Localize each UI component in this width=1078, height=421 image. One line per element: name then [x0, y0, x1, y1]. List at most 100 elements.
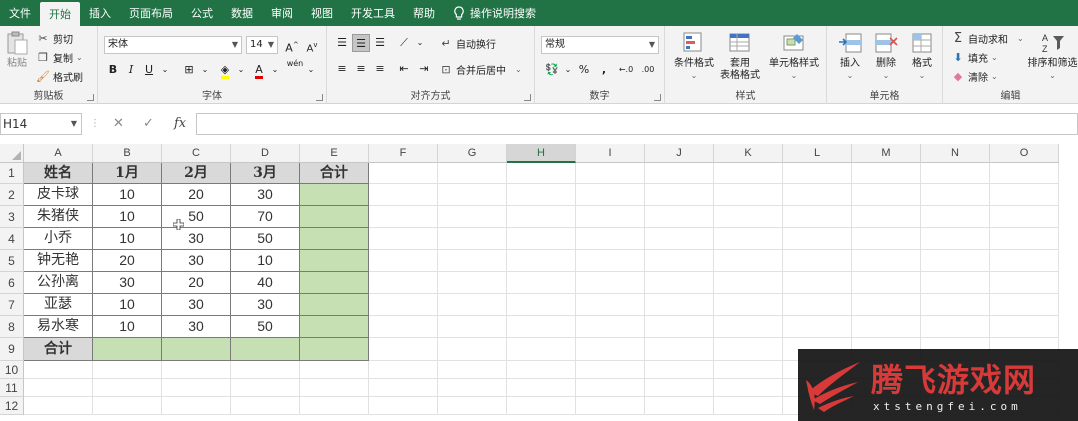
- empty-cell[interactable]: [645, 316, 714, 338]
- format-painter-button[interactable]: 🖌 格式刷: [36, 69, 83, 85]
- empty-cell[interactable]: [369, 338, 438, 361]
- fill-color-dropdown[interactable]: ⌄: [232, 61, 250, 79]
- empty-cell[interactable]: [921, 294, 990, 316]
- table-cell[interactable]: 70: [231, 206, 300, 228]
- empty-cell[interactable]: [369, 379, 438, 397]
- total-cell[interactable]: [93, 338, 162, 361]
- table-cell[interactable]: 10: [231, 250, 300, 272]
- empty-cell[interactable]: [921, 272, 990, 294]
- empty-cell[interactable]: [300, 397, 369, 415]
- empty-cell[interactable]: [852, 184, 921, 206]
- table-cell[interactable]: 公孙离: [24, 272, 93, 294]
- table-cell[interactable]: 30: [162, 228, 231, 250]
- empty-cell[interactable]: [24, 379, 93, 397]
- empty-cell[interactable]: [714, 272, 783, 294]
- phonetic-dropdown[interactable]: ⌄: [302, 61, 320, 79]
- row-header[interactable]: 3: [0, 206, 24, 228]
- align-right-button[interactable]: ≡: [371, 60, 389, 78]
- total-row-label[interactable]: 合计: [24, 338, 93, 361]
- table-cell[interactable]: 20: [162, 184, 231, 206]
- empty-cell[interactable]: [645, 163, 714, 184]
- align-bottom-button[interactable]: ☰: [371, 34, 389, 52]
- fill-button[interactable]: ⬇ 填充 ⌄: [951, 50, 997, 66]
- table-cell[interactable]: 10: [93, 206, 162, 228]
- cell-styles-button[interactable]: 单元格样式 ⌄: [765, 30, 823, 82]
- empty-cell[interactable]: [231, 397, 300, 415]
- empty-cell[interactable]: [921, 316, 990, 338]
- empty-cell[interactable]: [852, 294, 921, 316]
- empty-cell[interactable]: [507, 206, 576, 228]
- sort-filter-button[interactable]: AZ 排序和筛选 ⌄: [1027, 30, 1078, 82]
- percent-style-button[interactable]: %: [575, 61, 593, 79]
- column-header[interactable]: A: [24, 144, 93, 163]
- empty-cell[interactable]: [783, 272, 852, 294]
- empty-cell[interactable]: [438, 206, 507, 228]
- table-cell[interactable]: 小乔: [24, 228, 93, 250]
- empty-cell[interactable]: [714, 397, 783, 415]
- row-header[interactable]: 12: [0, 397, 24, 415]
- empty-cell[interactable]: [852, 250, 921, 272]
- total-cell[interactable]: [300, 338, 369, 361]
- empty-cell[interactable]: [438, 184, 507, 206]
- orientation-dropdown[interactable]: ⌄: [411, 34, 429, 52]
- empty-cell[interactable]: [438, 338, 507, 361]
- row-header[interactable]: 10: [0, 361, 24, 379]
- empty-cell[interactable]: [162, 361, 231, 379]
- autosum-button[interactable]: Σ 自动求和 ⌄: [951, 31, 1024, 46]
- empty-cell[interactable]: [162, 397, 231, 415]
- table-cell[interactable]: 50: [231, 228, 300, 250]
- column-header[interactable]: N: [921, 144, 990, 163]
- empty-cell[interactable]: [438, 361, 507, 379]
- empty-cell[interactable]: [921, 184, 990, 206]
- row-header[interactable]: 5: [0, 250, 24, 272]
- empty-cell[interactable]: [507, 379, 576, 397]
- row-header[interactable]: 6: [0, 272, 24, 294]
- format-as-table-button[interactable]: 套用 表格格式: [715, 30, 765, 82]
- table-cell[interactable]: 10: [93, 184, 162, 206]
- table-cell[interactable]: 50: [231, 316, 300, 338]
- table-cell[interactable]: 20: [162, 272, 231, 294]
- row-header[interactable]: 4: [0, 228, 24, 250]
- empty-cell[interactable]: [714, 316, 783, 338]
- name-box[interactable]: H14 ▼: [0, 113, 82, 135]
- enter-icon[interactable]: ✓: [143, 113, 154, 135]
- increase-decimal-button[interactable]: ←.0: [617, 61, 635, 79]
- empty-cell[interactable]: [162, 379, 231, 397]
- empty-cell[interactable]: [921, 163, 990, 184]
- table-header-cell[interactable]: 1月: [93, 163, 162, 184]
- tab-insert[interactable]: 插入: [80, 0, 120, 26]
- empty-cell[interactable]: [645, 294, 714, 316]
- column-header[interactable]: H: [507, 144, 576, 163]
- empty-cell[interactable]: [576, 184, 645, 206]
- paste-button[interactable]: 粘贴: [4, 30, 30, 70]
- conditional-formatting-button[interactable]: 条件格式 ⌄: [669, 30, 719, 82]
- total-cell[interactable]: [300, 184, 369, 206]
- empty-cell[interactable]: [783, 250, 852, 272]
- tell-me-search[interactable]: 操作说明搜索: [444, 0, 545, 26]
- empty-cell[interactable]: [369, 228, 438, 250]
- total-cell[interactable]: [162, 338, 231, 361]
- table-cell[interactable]: 30: [162, 250, 231, 272]
- column-header[interactable]: K: [714, 144, 783, 163]
- table-cell[interactable]: 朱猪侠: [24, 206, 93, 228]
- cancel-icon[interactable]: ✕: [113, 113, 124, 135]
- empty-cell[interactable]: [714, 228, 783, 250]
- empty-cell[interactable]: [576, 250, 645, 272]
- empty-cell[interactable]: [714, 206, 783, 228]
- table-header-cell[interactable]: 姓名: [24, 163, 93, 184]
- empty-cell[interactable]: [921, 206, 990, 228]
- decrease-indent-button[interactable]: ⇤: [395, 60, 413, 78]
- empty-cell[interactable]: [300, 379, 369, 397]
- empty-cell[interactable]: [852, 206, 921, 228]
- column-header[interactable]: J: [645, 144, 714, 163]
- empty-cell[interactable]: [231, 361, 300, 379]
- empty-cell[interactable]: [438, 294, 507, 316]
- table-cell[interactable]: 易水寒: [24, 316, 93, 338]
- tab-view[interactable]: 视图: [302, 0, 342, 26]
- empty-cell[interactable]: [714, 361, 783, 379]
- empty-cell[interactable]: [576, 379, 645, 397]
- empty-cell[interactable]: [990, 206, 1059, 228]
- empty-cell[interactable]: [438, 379, 507, 397]
- delete-cells-button[interactable]: 删除 ⌄: [869, 30, 903, 82]
- empty-cell[interactable]: [852, 228, 921, 250]
